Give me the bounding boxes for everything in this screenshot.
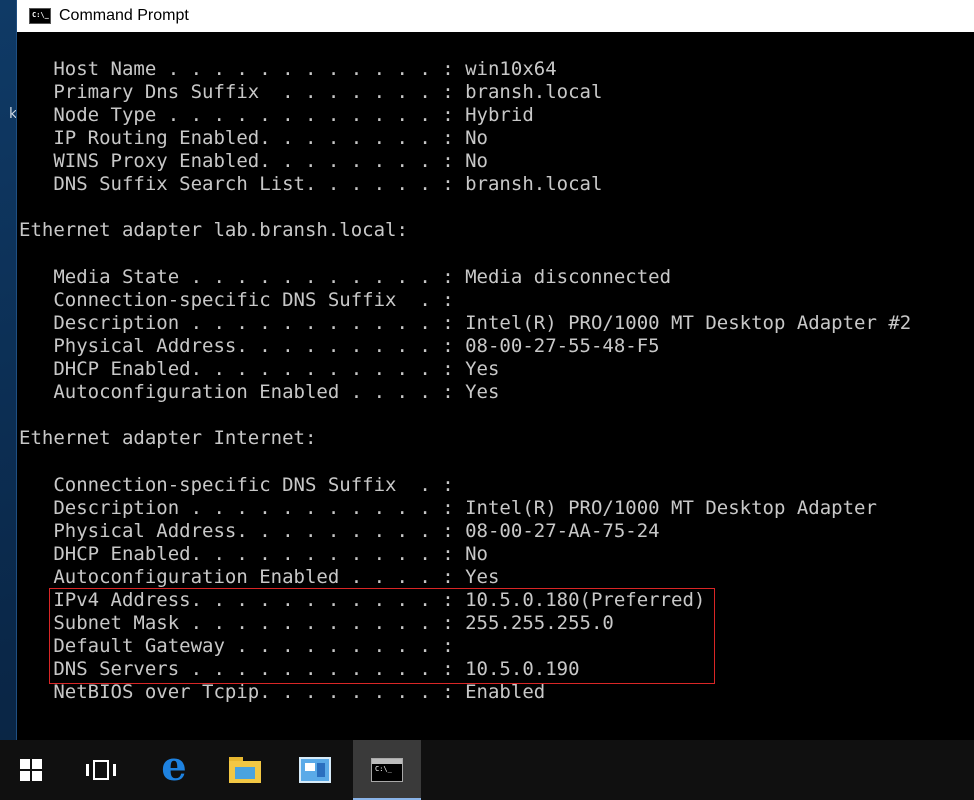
taskbar: e C:\_ — [0, 740, 974, 800]
task-view-icon — [86, 760, 116, 780]
start-button[interactable] — [0, 740, 62, 800]
console-line: Autoconfiguration Enabled . . . . : Yes — [19, 381, 500, 403]
console-line: Connection-specific DNS Suffix . : — [19, 289, 454, 311]
windows-start-icon — [20, 759, 42, 781]
console-line: WINS Proxy Enabled. . . . . . . . : No — [19, 150, 488, 172]
console-line: NetBIOS over Tcpip. . . . . . . . : Enab… — [19, 681, 546, 703]
title-bar[interactable]: Command Prompt — [17, 0, 974, 32]
console-line: Host Name . . . . . . . . . . . . : win1… — [19, 58, 557, 80]
console-line: DHCP Enabled. . . . . . . . . . . : Yes — [19, 358, 500, 380]
file-explorer-taskbar-button[interactable] — [214, 740, 276, 800]
console-line: Node Type . . . . . . . . . . . . : Hybr… — [19, 104, 534, 126]
console-line: Physical Address. . . . . . . . . : 08-0… — [19, 520, 660, 542]
console-line: DHCP Enabled. . . . . . . . . . . : No — [19, 543, 488, 565]
console-line: DNS Suffix Search List. . . . . . : bran… — [19, 173, 603, 195]
console-line: Primary Dns Suffix . . . . . . . : brans… — [19, 81, 603, 103]
console-app-icon — [29, 8, 51, 24]
console-line: Ethernet adapter lab.bransh.local: — [19, 219, 408, 241]
console-line: IP Routing Enabled. . . . . . . . : No — [19, 127, 488, 149]
edge-icon: e — [161, 743, 187, 790]
console-output[interactable]: Host Name . . . . . . . . . . . . : win1… — [17, 32, 974, 740]
console-line: Ethernet adapter Internet: — [19, 427, 317, 449]
console-line: Description . . . . . . . . . . . : Inte… — [19, 312, 912, 334]
task-view-button[interactable] — [70, 740, 132, 800]
console-line: Connection-specific DNS Suffix . : — [19, 474, 454, 496]
console-line: Media State . . . . . . . . . . . : Medi… — [19, 266, 672, 288]
highlight-box — [49, 588, 715, 684]
command-prompt-icon: C:\_ — [371, 758, 403, 782]
file-explorer-icon — [229, 757, 261, 783]
control-panel-taskbar-button[interactable] — [284, 740, 346, 800]
console-line: Physical Address. . . . . . . . . : 08-0… — [19, 335, 660, 357]
command-prompt-window[interactable]: Command Prompt Host Name . . . . . . . .… — [16, 0, 974, 740]
edge-taskbar-button[interactable]: e — [143, 740, 205, 800]
window-title: Command Prompt — [59, 7, 189, 24]
console-line: Autoconfiguration Enabled . . . . : Yes — [19, 566, 500, 588]
command-prompt-taskbar-button[interactable]: C:\_ — [353, 740, 421, 800]
control-panel-icon — [299, 757, 331, 783]
console-line: Description . . . . . . . . . . . : Inte… — [19, 497, 877, 519]
